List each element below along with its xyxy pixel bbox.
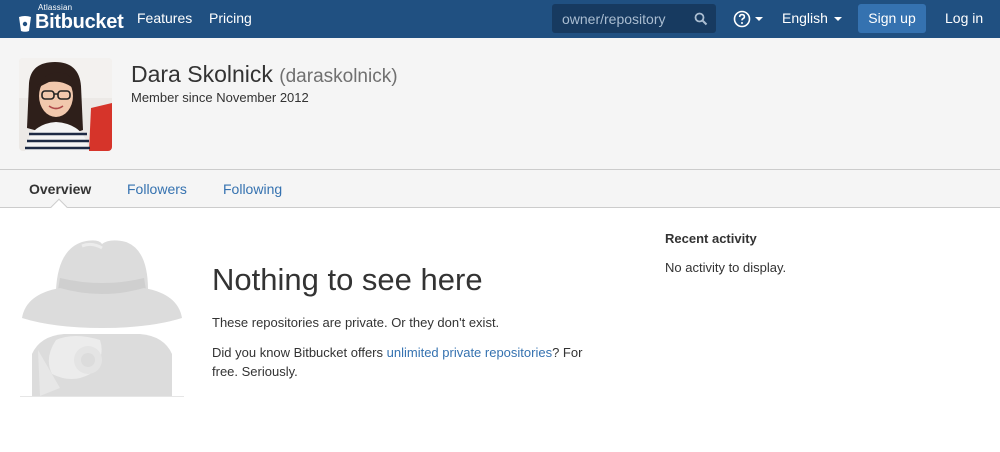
bucket-icon [19, 16, 31, 32]
login-link[interactable]: Log in [945, 10, 983, 26]
incognito-icon [22, 240, 182, 396]
profile-name: Dara Skolnick [131, 61, 273, 87]
empty-state-promo: Did you know Bitbucket offers unlimited … [212, 343, 612, 381]
tab-following[interactable]: Following [223, 181, 282, 197]
active-tab-indicator [50, 198, 68, 216]
nav-features-link[interactable]: Features [137, 10, 192, 26]
recent-activity-empty: No activity to display. [665, 260, 787, 275]
promo-text-start: Did you know Bitbucket offers [212, 345, 387, 360]
avatar [19, 58, 112, 151]
logo-wordmark: Bitbucket [35, 11, 124, 33]
chevron-down-icon [755, 17, 763, 21]
top-navigation: Atlassian Bitbucket Features Pricing Eng… [0, 0, 1000, 38]
avatar-image [19, 58, 112, 151]
search-icon[interactable] [694, 12, 708, 26]
bitbucket-logo[interactable]: Atlassian Bitbucket [18, 3, 124, 35]
help-menu[interactable] [733, 10, 765, 28]
help-icon [733, 10, 751, 28]
profile-username: (daraskolnick) [279, 66, 398, 87]
empty-state-message: These repositories are private. Or they … [212, 315, 500, 330]
empty-state-title: Nothing to see here [212, 262, 483, 297]
member-since: Member since November 2012 [131, 90, 309, 105]
language-selector[interactable]: English [782, 10, 842, 26]
language-label: English [782, 10, 828, 26]
tab-followers[interactable]: Followers [127, 181, 187, 197]
illustration-divider [20, 396, 184, 397]
profile-tabs: Overview Followers Following [0, 170, 1000, 216]
chevron-down-icon [833, 17, 842, 22]
signup-button[interactable]: Sign up [858, 4, 926, 33]
tab-overview[interactable]: Overview [29, 181, 91, 197]
profile-display-name: Dara Skolnick (daraskolnick) [131, 61, 398, 88]
search-input[interactable] [552, 4, 692, 33]
nav-pricing-link[interactable]: Pricing [209, 10, 252, 26]
unlimited-private-repos-link[interactable]: unlimited private repositories [387, 345, 552, 360]
recent-activity-heading: Recent activity [665, 231, 757, 246]
profile-header: Dara Skolnick (daraskolnick) Member sinc… [0, 38, 1000, 170]
repository-search [552, 4, 716, 33]
